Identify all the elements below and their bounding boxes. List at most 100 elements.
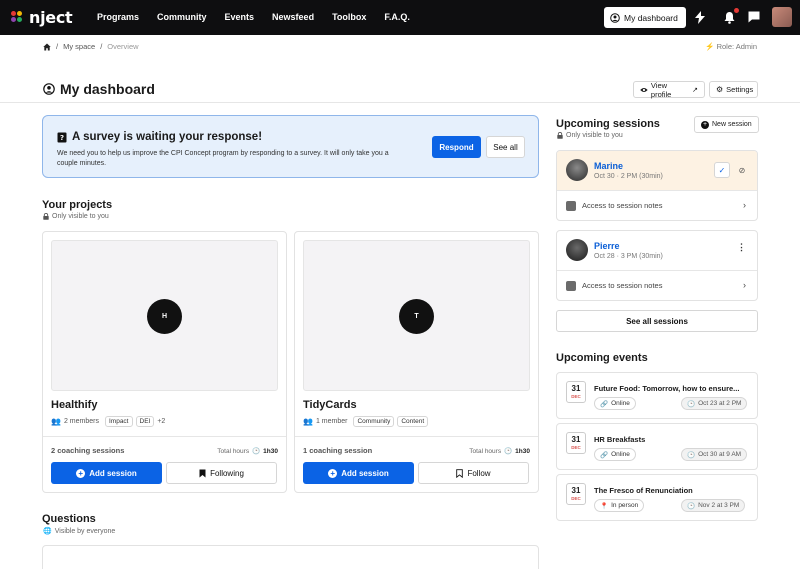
see-all-sessions-button[interactable]: See all sessions <box>556 310 758 332</box>
location-pin-icon: 📍 <box>600 502 609 510</box>
user-circle-icon <box>610 12 620 23</box>
sessions-visibility: Only visible to you <box>557 132 623 139</box>
page-title: My dashboard <box>43 81 155 97</box>
event-date: 🕑 Oct 23 at 2 PM <box>681 397 748 410</box>
clock-icon: 🕑 <box>504 448 513 455</box>
event-day: 31 <box>571 435 581 444</box>
plus-circle-icon: + <box>76 468 86 478</box>
event-month: DEC <box>571 496 581 501</box>
settings-button[interactable]: ⚙ Settings <box>709 81 758 98</box>
breadcrumb: / My space / Overview <box>43 42 139 51</box>
project-name[interactable]: TidyCards <box>303 399 357 411</box>
bell-icon[interactable] <box>724 11 735 24</box>
project-members: 2 members <box>63 418 99 425</box>
bolt-icon[interactable] <box>695 11 705 24</box>
clock-icon: 🕑 <box>252 448 261 455</box>
confirm-session-button[interactable]: ✓ <box>714 162 730 178</box>
project-avatar: T <box>399 299 434 334</box>
user-avatar[interactable] <box>772 7 792 27</box>
notes-icon <box>566 200 576 211</box>
session-header: Pierre Oct 28 · 3 PM (30min) ⋮ <box>557 231 757 270</box>
calendar-date: 31 DEC <box>566 432 586 454</box>
event-title: The Fresco of Renunciation <box>594 486 693 495</box>
breadcrumb-my-space[interactable]: My space <box>63 42 95 51</box>
breadcrumb-separator: / <box>56 42 59 51</box>
brand-logo[interactable]: nject <box>11 8 73 27</box>
nav-events[interactable]: Events <box>225 12 255 22</box>
nav-programs[interactable]: Programs <box>97 12 139 22</box>
project-members: 1 member <box>315 418 348 425</box>
eye-icon <box>640 87 648 92</box>
new-session-label: New session <box>712 121 752 128</box>
top-navbar: nject Programs Community Events Newsfeed… <box>0 0 800 35</box>
breadcrumb-separator: / <box>100 42 103 51</box>
questions-visibility-label: Visible by everyone <box>54 527 116 535</box>
event-title: HR Breakfasts <box>594 435 646 444</box>
event-mode-label: Online <box>611 451 630 458</box>
more-options-icon[interactable]: ⋮ <box>737 243 746 252</box>
chat-icon[interactable] <box>748 11 760 23</box>
main-nav: Programs Community Events Newsfeed Toolb… <box>97 12 410 22</box>
project-card-healthify[interactable]: H Healthify 👥 2 members Impact DEI +2 2 … <box>42 231 287 493</box>
project-tag: Community <box>353 416 395 427</box>
follow-button[interactable]: Follow <box>418 462 529 484</box>
session-coach-name[interactable]: Marine <box>594 161 623 171</box>
event-date-label: Oct 30 at 9 AM <box>698 451 742 458</box>
clock-icon: 🕑 <box>687 502 696 510</box>
event-date-label: Oct 23 at 2 PM <box>698 400 742 407</box>
calendar-date: 31 DEC <box>566 381 586 403</box>
chevron-right-icon: › <box>743 280 746 290</box>
add-session-button[interactable]: + Add session <box>303 462 414 484</box>
event-card[interactable]: 31 DEC The Fresco of Renunciation 📍 In p… <box>556 474 758 521</box>
project-tags-more: +2 <box>157 418 166 425</box>
projects-title: Your projects <box>42 199 113 211</box>
event-mode: 🔗 Online <box>594 448 636 461</box>
new-session-button[interactable]: + New session <box>694 116 759 133</box>
project-hours: Total hours 🕑 1h30 <box>217 447 278 456</box>
project-sessions: 2 coaching sessions <box>51 446 125 455</box>
questions-title: Questions <box>42 513 96 525</box>
nav-newsfeed[interactable]: Newsfeed <box>272 12 314 22</box>
event-card[interactable]: 31 DEC HR Breakfasts 🔗 Online 🕑 Oct 30 a… <box>556 423 758 470</box>
project-tag: Impact <box>104 416 133 427</box>
session-notes-link[interactable]: Access to session notes › <box>557 190 757 220</box>
page-title-text: My dashboard <box>60 81 155 97</box>
respond-button[interactable]: Respond <box>432 136 481 158</box>
project-hours: Total hours 🕑 1h30 <box>469 447 530 456</box>
project-meta: 👥 2 members Impact DEI +2 <box>51 416 165 427</box>
nav-community[interactable]: Community <box>157 12 207 22</box>
project-hours-label: Total hours <box>217 447 250 455</box>
clock-icon: 🕑 <box>687 400 696 408</box>
session-card-pierre: Pierre Oct 28 · 3 PM (30min) ⋮ Access to… <box>556 230 758 301</box>
event-card[interactable]: 31 DEC Future Food: Tomorrow, how to ens… <box>556 372 758 419</box>
project-avatar: H <box>147 299 182 334</box>
event-mode-label: Online <box>611 400 630 407</box>
view-profile-button[interactable]: View profile ↗ <box>633 81 705 99</box>
home-icon[interactable] <box>43 43 51 51</box>
following-button[interactable]: Following <box>166 462 277 484</box>
logo-mark-icon <box>11 10 25 25</box>
plus-circle-icon: + <box>328 468 338 478</box>
survey-see-all-button[interactable]: See all <box>486 136 525 158</box>
nav-toolbox[interactable]: Toolbox <box>332 12 366 22</box>
event-month: DEC <box>571 394 581 399</box>
lock-icon <box>43 213 49 220</box>
following-label: Following <box>210 468 244 478</box>
session-notes-link[interactable]: Access to session notes › <box>557 270 757 300</box>
svg-text:?: ? <box>60 134 64 142</box>
project-name[interactable]: Healthify <box>51 399 97 411</box>
block-icon: ⊘ <box>738 165 746 175</box>
session-avatar <box>566 239 588 261</box>
chevron-right-icon: › <box>743 200 746 210</box>
nav-faq[interactable]: F.A.Q. <box>384 12 410 22</box>
my-dashboard-button[interactable]: My dashboard <box>604 7 686 28</box>
survey-description: We need you to help us improve the CPI C… <box>57 150 389 167</box>
questions-visibility: 🌐 Visible by everyone <box>43 527 116 536</box>
clock-icon: 🕑 <box>687 451 696 459</box>
session-date: Oct 30 · 2 PM (30min) <box>594 173 663 180</box>
questions-card <box>42 545 539 569</box>
project-card-tidycards[interactable]: T TidyCards 👥 1 member Community Content… <box>294 231 539 493</box>
add-session-button[interactable]: + Add session <box>51 462 162 484</box>
session-coach-name[interactable]: Pierre <box>594 241 620 251</box>
cancel-session-button[interactable]: ⊘ <box>735 163 749 177</box>
